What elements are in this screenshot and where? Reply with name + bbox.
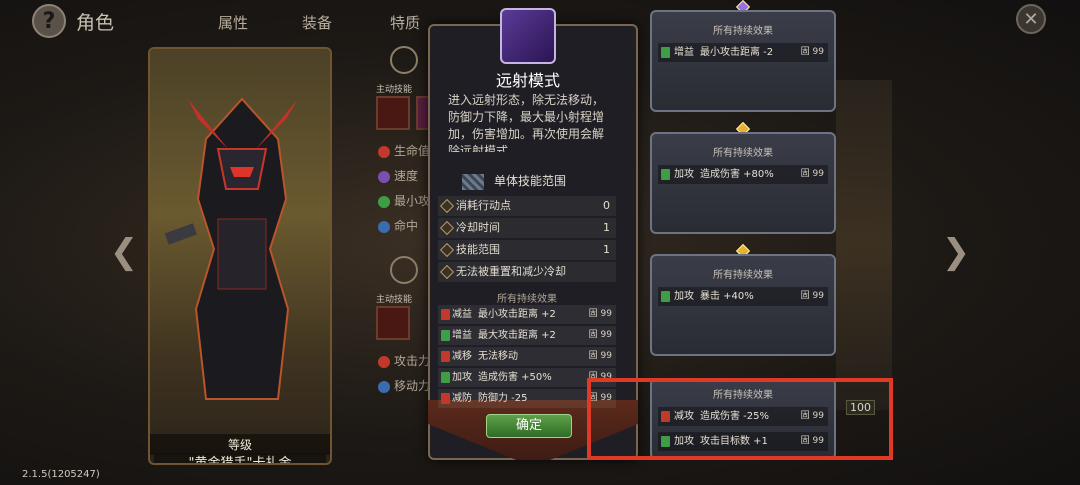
range-icon [439,242,455,258]
class-emblem-icon [390,46,418,74]
ap-icon [439,198,455,214]
active-skill-slot[interactable] [376,306,410,340]
target-icon [378,220,390,233]
skill-description: 进入远射形态，除无法移动，防御力下降，最大最小射程增加，伤害增加。再次使用会解除… [448,93,605,152]
active-skill-slot[interactable] [376,96,410,130]
move-icon [378,380,390,393]
buff-icon [441,372,450,383]
info-row-cooldown: 冷却时间 1 [438,218,616,238]
stat-attack: 攻击力 [378,352,430,369]
skill-range: 单体技能范围 [462,172,566,190]
buff-icon [441,330,450,341]
prev-hero-arrow-icon[interactable]: ❮ [104,232,144,272]
hero-card[interactable]: 等级 "黄金猎手"卡扎金 ★ ★ ★ ★ ★ [148,47,332,465]
info-row-cost: 消耗行动点 0 [438,196,616,216]
page-title: 角色 [76,12,115,34]
stat-speed: 速度 [378,167,418,184]
skill-icon [500,8,556,64]
effect-row: 增益 最大攻击距离 +2 固 99 [438,326,616,345]
stat-min-attack: 最小攻 [378,192,430,209]
tab-traits[interactable]: 特质 [390,12,420,33]
effect-row: 增益 最小攻击距离 -2 固 99 [658,43,828,62]
debuff-icon [441,393,450,404]
effect-row: 加攻 造成伤害 +80% 固 99 [658,165,828,184]
heart-icon [378,145,390,158]
effect-row: 减益 最小攻击距离 +2 固 99 [438,305,616,324]
confirm-button[interactable]: 确定 [486,414,572,438]
skill-name: 远射模式 [495,71,560,90]
range-icon [378,195,390,208]
speed-icon [378,170,390,183]
info-row-no-reset: 无法被重置和减少冷却 [438,262,616,282]
info-row-range: 技能范围 1 [438,240,616,260]
effect-row: 加攻 暴击 +40% 固 99 [658,287,828,306]
buff-icon [661,169,670,180]
stats-column: 主动技能 生命值 速度 最小攻 命中 主动技能 攻击力 移动力 [360,42,436,442]
version-label: 2.1.5(1205247) [22,469,100,480]
help-button[interactable]: ? [32,4,66,38]
debuff-icon [441,309,450,320]
next-hero-arrow-icon[interactable]: ❯ [936,232,976,272]
stat-accuracy: 命中 [378,217,418,234]
tab-attributes[interactable]: 属性 [218,12,248,33]
class-emblem-icon [390,256,418,284]
stat-movement: 移动力 [378,377,430,394]
skill-label: 主动技能 [376,85,413,95]
cooldown-icon [439,220,455,236]
buff-icon [661,47,670,58]
hero-portrait [164,97,298,400]
skill-label: 主动技能 [376,295,413,305]
close-button[interactable]: ✕ [1016,4,1046,34]
effects-panel: 所有持续效果 加攻 暴击 +40% 固 99 [650,254,836,356]
effects-title: 所有持续效果 [497,294,557,305]
hero-name: "黄金猎手"卡扎金 [154,453,326,463]
tab-equipment[interactable]: 装备 [302,12,332,33]
attack-icon [378,355,390,368]
background-figure [836,80,892,410]
stat-hp: 生命值 [378,142,430,159]
effect-row: 减移 无法移动固 99 [438,347,616,366]
lock-icon [439,264,455,280]
buff-icon [661,291,670,302]
effects-panel: 所有持续效果 加攻 造成伤害 +80% 固 99 [650,132,836,234]
hero-level: 等级 [150,434,330,455]
debuff-icon [441,351,450,362]
panel-title: 所有持续效果 [713,270,773,281]
panel-title: 所有持续效果 [713,148,773,159]
panel-title: 所有持续效果 [713,26,773,37]
highlight-annotation-box [587,378,893,460]
range-grid-icon [462,173,484,190]
effects-panel: 所有持续效果 增益 最小攻击距离 -2 固 99 [650,10,836,112]
